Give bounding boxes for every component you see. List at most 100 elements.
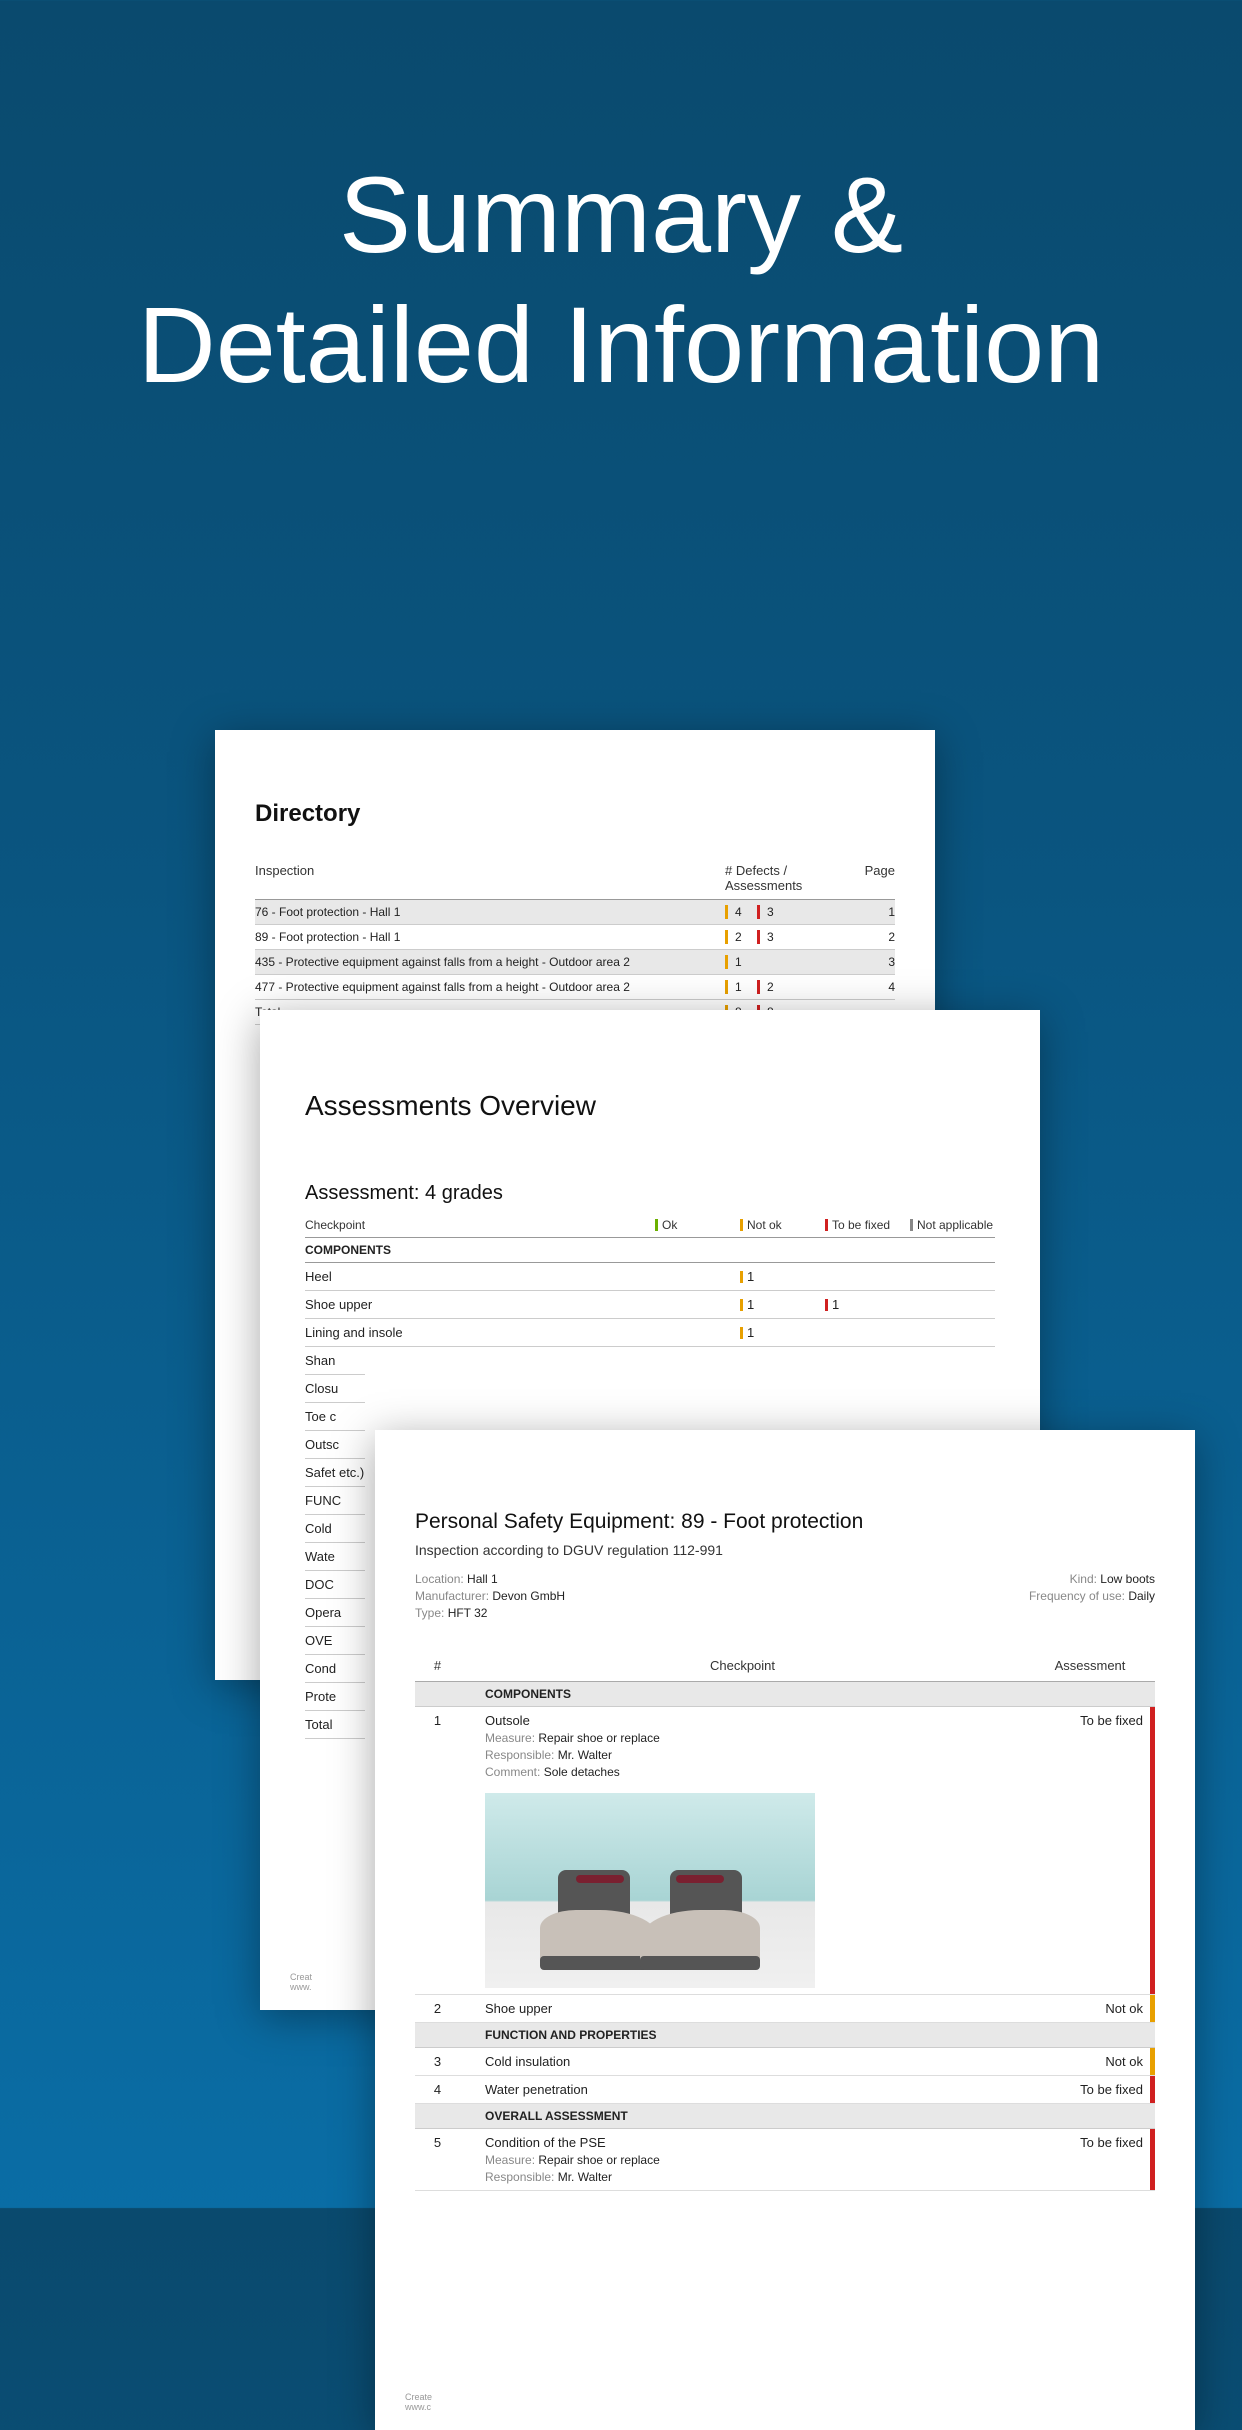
overview-row-truncated: FUNC	[305, 1487, 365, 1515]
checkpoint-cell: Outsole Measure: Repair shoe or replace R…	[460, 1713, 1025, 1988]
page-detail: Personal Safety Equipment: 89 - Foot pro…	[375, 1430, 1195, 2430]
overview-row-truncated: Total	[305, 1711, 365, 1739]
page-number: 3	[845, 955, 895, 969]
col-checkpoint: Checkpoint	[460, 1658, 1025, 1673]
overview-row: Heel 1	[305, 1263, 995, 1291]
col-ok: Ok	[655, 1218, 740, 1232]
detail-meta: Location: Hall 1 Manufacturer: Devon GmbH…	[415, 1572, 1155, 1620]
checkpoint-name: Outsole	[485, 1713, 1025, 1728]
checkpoint-cell: Shoe upper	[460, 2001, 1025, 2016]
checkpoint-name: Condition of the PSE	[485, 2135, 1025, 2150]
defects-cell: 12	[725, 980, 845, 994]
detail-subtitle: Inspection according to DGUV regulation …	[415, 1542, 1155, 1558]
detail-row: 4 Water penetration To be fixed	[415, 2076, 1155, 2104]
assessment-value: To be fixed	[1025, 2135, 1155, 2184]
col-page: Page	[845, 863, 895, 893]
detail-row: 1 Outsole Measure: Repair shoe or replac…	[415, 1707, 1155, 1995]
overview-row-truncated: Prote	[305, 1683, 365, 1711]
inspection-label: 89 - Foot protection - Hall 1	[255, 930, 725, 944]
meta-item: Kind: Low boots	[1029, 1572, 1155, 1586]
assessment-value: Not ok	[1025, 2001, 1155, 2016]
checkpoint-label: Lining and insole	[305, 1325, 655, 1340]
row-number: 4	[415, 2082, 460, 2097]
page-number: 2	[845, 930, 895, 944]
detail-title: Personal Safety Equipment: 89 - Foot pro…	[415, 1510, 1155, 1534]
checkpoint-label: Heel	[305, 1269, 655, 1284]
detail-line: Responsible: Mr. Walter	[485, 2170, 1025, 2184]
col-inspection: Inspection	[255, 863, 725, 893]
overview-section: COMPONENTS	[305, 1238, 995, 1263]
col-defects: # Defects / Assessments	[725, 863, 845, 893]
meta-item: Frequency of use: Daily	[1029, 1589, 1155, 1603]
page2-footer: Creat www.	[290, 1972, 312, 1992]
assessment-value: To be fixed	[1025, 2082, 1155, 2097]
overview-row-truncated: Outsc	[305, 1431, 365, 1459]
page-number: 4	[845, 980, 895, 994]
overview-row-truncated: DOC	[305, 1571, 365, 1599]
detail-section-header: COMPONENTS	[415, 1682, 1155, 1707]
col-checkpoint: Checkpoint	[305, 1218, 655, 1232]
detail-section-header: FUNCTION AND PROPERTIES	[415, 2023, 1155, 2048]
overview-row: Lining and insole 1	[305, 1319, 995, 1347]
document-stack: Directory Inspection # Defects / Assessm…	[0, 0, 1242, 2208]
directory-header: Inspection # Defects / Assessments Page	[255, 863, 895, 900]
detail-line: Measure: Repair shoe or replace	[485, 1731, 1025, 1745]
detail-line: Measure: Repair shoe or replace	[485, 2153, 1025, 2167]
assessment-bar-icon	[1150, 2129, 1155, 2190]
checkpoint-cell: Cold insulation	[460, 2054, 1025, 2069]
assessment-bar-icon	[1150, 1707, 1155, 1994]
overview-subtitle: Assessment: 4 grades	[305, 1182, 995, 1205]
detail-section-header: OVERALL ASSESSMENT	[415, 2104, 1155, 2129]
inspection-label: 435 - Protective equipment against falls…	[255, 955, 725, 969]
row-number: 3	[415, 2054, 460, 2069]
defects-cell: 23	[725, 930, 845, 944]
col-assessment: Assessment	[1025, 1658, 1155, 1673]
defects-cell: 1	[725, 955, 845, 969]
directory-row: 76 - Foot protection - Hall 1 43 1	[255, 900, 895, 925]
overview-row-truncated: OVE	[305, 1627, 365, 1655]
defects-cell: 43	[725, 905, 845, 919]
col-tobefixed: To be fixed	[825, 1218, 910, 1232]
row-number: 5	[415, 2135, 460, 2184]
assessment-value: To be fixed	[1025, 1713, 1155, 1988]
meta-item: Type: HFT 32	[415, 1606, 565, 1620]
row-number: 2	[415, 2001, 460, 2016]
directory-row: 435 - Protective equipment against falls…	[255, 950, 895, 975]
detail-table-header: # Checkpoint Assessment	[415, 1650, 1155, 1682]
checkpoint-label: Shoe upper	[305, 1297, 655, 1312]
overview-row-truncated: Shan	[305, 1347, 365, 1375]
overview-row: Shoe upper 1 1	[305, 1291, 995, 1319]
directory-title: Directory	[255, 800, 895, 828]
col-notok: Not ok	[740, 1218, 825, 1232]
overview-row-truncated: Opera	[305, 1599, 365, 1627]
checkpoint-cell: Condition of the PSE Measure: Repair sho…	[460, 2135, 1025, 2184]
assessment-bar-icon	[1150, 1995, 1155, 2022]
detail-row: 3 Cold insulation Not ok	[415, 2048, 1155, 2076]
detail-row: 5 Condition of the PSE Measure: Repair s…	[415, 2129, 1155, 2191]
overview-row-truncated: Safet etc.)	[305, 1459, 365, 1487]
overview-header: Checkpoint Ok Not ok To be fixed Not app…	[305, 1213, 995, 1238]
col-num: #	[415, 1658, 460, 1673]
detail-line: Responsible: Mr. Walter	[485, 1748, 1025, 1762]
meta-item: Manufacturer: Devon GmbH	[415, 1589, 565, 1603]
inspection-label: 76 - Foot protection - Hall 1	[255, 905, 725, 919]
overview-row-truncated: Toe c	[305, 1403, 365, 1431]
checkpoint-name: Cold insulation	[485, 2054, 1025, 2069]
overview-row-truncated: Cond	[305, 1655, 365, 1683]
overview-row-truncated: Cold	[305, 1515, 365, 1543]
page3-footer: Create www.c	[405, 2392, 432, 2412]
detail-line: Comment: Sole detaches	[485, 1765, 1025, 1779]
assessment-bar-icon	[1150, 2048, 1155, 2075]
meta-item: Location: Hall 1	[415, 1572, 565, 1586]
overview-row-truncated: Closu	[305, 1375, 365, 1403]
overview-title: Assessments Overview	[305, 1090, 995, 1122]
assessment-bar-icon	[1150, 2076, 1155, 2103]
directory-row: 89 - Foot protection - Hall 1 23 2	[255, 925, 895, 950]
row-number: 1	[415, 1713, 460, 1988]
overview-row-truncated: Wate	[305, 1543, 365, 1571]
directory-row: 477 - Protective equipment against falls…	[255, 975, 895, 1000]
inspection-label: 477 - Protective equipment against falls…	[255, 980, 725, 994]
detail-row: 2 Shoe upper Not ok	[415, 1995, 1155, 2023]
page-number: 1	[845, 905, 895, 919]
checkpoint-photo	[485, 1793, 815, 1988]
